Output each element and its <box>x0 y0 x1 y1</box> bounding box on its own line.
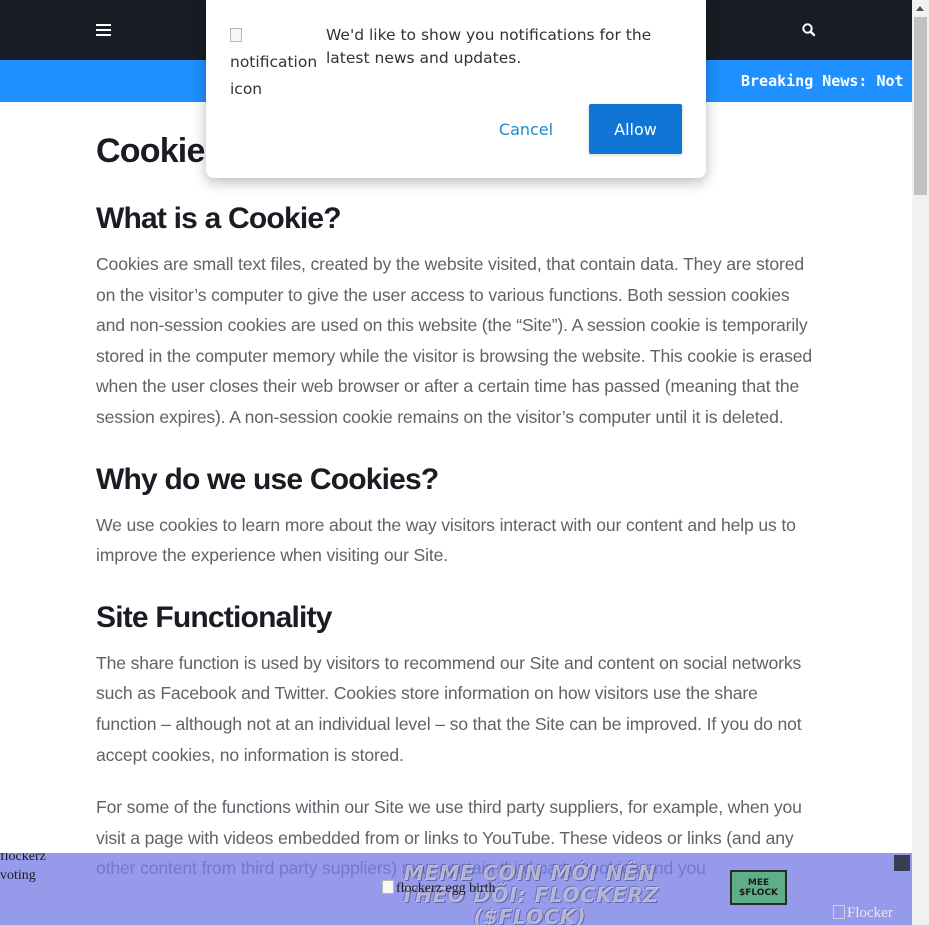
notification-permission-dialog: notification icon We'd like to show you … <box>206 0 706 178</box>
broken-image-icon <box>230 28 242 42</box>
ad-banner[interactable]: flockerz voting MEME COIN MỚI NÊN THEO D… <box>0 853 912 925</box>
ad-left-image-alt: flockerz voting <box>0 853 46 883</box>
section-heading-site-functionality: Site Functionality <box>96 600 332 634</box>
flock-logo-bottom-text: $FLOCK <box>738 887 779 898</box>
breaking-news-ticker[interactable]: Breaking News: Not <box>741 72 904 90</box>
close-icon[interactable] <box>894 855 910 871</box>
broken-image-icon <box>382 880 394 894</box>
cancel-button[interactable]: Cancel <box>485 104 567 154</box>
section-heading-what-is-cookie: What is a Cookie? <box>96 202 342 235</box>
scroll-up-arrow-icon[interactable] <box>916 6 924 11</box>
section-heading-why-cookies: Why do we use Cookies? <box>96 462 439 496</box>
ad-center-image[interactable]: flockerz egg birth <box>382 880 496 897</box>
notification-icon: notification icon <box>230 22 317 98</box>
scrollbar-thumb[interactable] <box>914 17 927 195</box>
ad-left-image[interactable]: flockerz voting <box>0 853 70 885</box>
ad-right-image-alt: Flocker <box>847 905 893 921</box>
section-body-why-cookies: We use cookies to learn more about the w… <box>96 514 796 566</box>
notification-message: We'd like to show you notifications for … <box>326 26 652 67</box>
ad-center-image-alt: flockerz egg birth <box>396 881 496 896</box>
ad-right-image[interactable]: Flocker <box>833 905 893 922</box>
search-icon[interactable] <box>800 21 818 39</box>
section-body-site-functionality: The share function is used by visitors t… <box>96 652 802 765</box>
article-content: Cookie Policy What is a Cookie? Cookies … <box>96 128 816 884</box>
allow-button[interactable]: Allow <box>589 104 682 154</box>
flock-logo-top-text: MEE <box>747 877 770 888</box>
broken-image-icon <box>833 905 845 919</box>
hamburger-menu-icon[interactable] <box>96 24 111 37</box>
section-body-what-is-cookie: Cookies are small text files, created by… <box>96 254 813 427</box>
notification-icon-alt-text: notification icon <box>230 53 318 98</box>
flock-logo[interactable]: MEE $FLOCK <box>730 870 787 905</box>
vertical-scrollbar[interactable] <box>912 0 929 925</box>
